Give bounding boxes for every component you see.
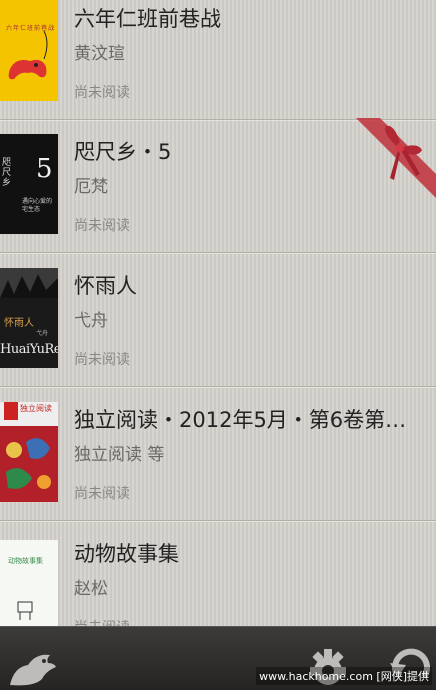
cover-number: 5 xyxy=(36,154,53,184)
book-author: 赵松 xyxy=(74,579,108,599)
book-cover: 六年仁班前巷战 xyxy=(0,0,58,101)
watermark: www.hackhome.com [网侠]提供 xyxy=(256,667,432,685)
book-cover: 咫尺乡 5 遇向心爱的 宅生态 xyxy=(0,134,58,234)
cover-art xyxy=(17,601,33,620)
book-shelf: 六年仁班前巷战 六年仁班前巷战 黄汶瑄 尚未阅读 咫尺乡 5 遇向心爱的 宅生态… xyxy=(0,0,436,626)
book-title: 怀雨人 xyxy=(74,274,137,298)
reading-status: 尚未阅读 xyxy=(74,486,130,502)
book-author: 独立阅读 等 xyxy=(74,445,165,465)
cover-pinyin: HuaiYuRen xyxy=(0,342,58,357)
cover-author: 弋舟 xyxy=(36,330,49,337)
gift-ribbon-icon xyxy=(356,118,436,198)
book-item[interactable]: 怀雨人 弋舟 HuaiYuRen 怀雨人 弋舟 尚未阅读 xyxy=(0,252,436,387)
book-item[interactable]: 六年仁班前巷战 六年仁班前巷战 黄汶瑄 尚未阅读 xyxy=(0,0,436,120)
book-item[interactable]: 独立阅读 独立阅读・2012年5月・第6卷第… 独立阅读 等 尚未阅读 xyxy=(0,386,436,521)
book-title: 动物故事集 xyxy=(74,542,179,566)
book-cover: 怀雨人 弋舟 HuaiYuRen xyxy=(0,268,58,368)
reading-status: 尚未阅读 xyxy=(74,85,130,101)
book-cover: 独立阅读 xyxy=(0,402,58,502)
cover-title: 怀雨人 xyxy=(4,318,34,329)
bottom-toolbar: www.hackhome.com [网侠]提供 xyxy=(0,626,436,690)
cover-title: 咫尺乡 xyxy=(2,158,12,188)
reading-status: 尚未阅读 xyxy=(74,617,130,626)
book-item[interactable]: 咫尺乡 5 遇向心爱的 宅生态 咫尺乡・5 厄梵 尚未阅读 xyxy=(0,118,436,253)
cover-art xyxy=(0,402,58,502)
reading-status: 尚未阅读 xyxy=(74,352,130,368)
book-title: 六年仁班前巷战 xyxy=(74,7,221,31)
book-author: 黄汶瑄 xyxy=(74,44,125,64)
cover-subtitle: 遇向心爱的 宅生态 xyxy=(22,198,53,213)
book-item[interactable]: 动物故事集 动物故事集 赵松 尚未阅读 xyxy=(0,520,436,626)
book-author: 厄梵 xyxy=(74,177,108,197)
reading-status: 尚未阅读 xyxy=(74,218,130,234)
book-author: 弋舟 xyxy=(74,311,108,331)
book-title: 独立阅读・2012年5月・第6卷第… xyxy=(74,408,407,432)
bird-icon[interactable] xyxy=(6,645,58,689)
gamepad-icon xyxy=(8,30,48,80)
book-cover: 动物故事集 xyxy=(0,540,58,626)
